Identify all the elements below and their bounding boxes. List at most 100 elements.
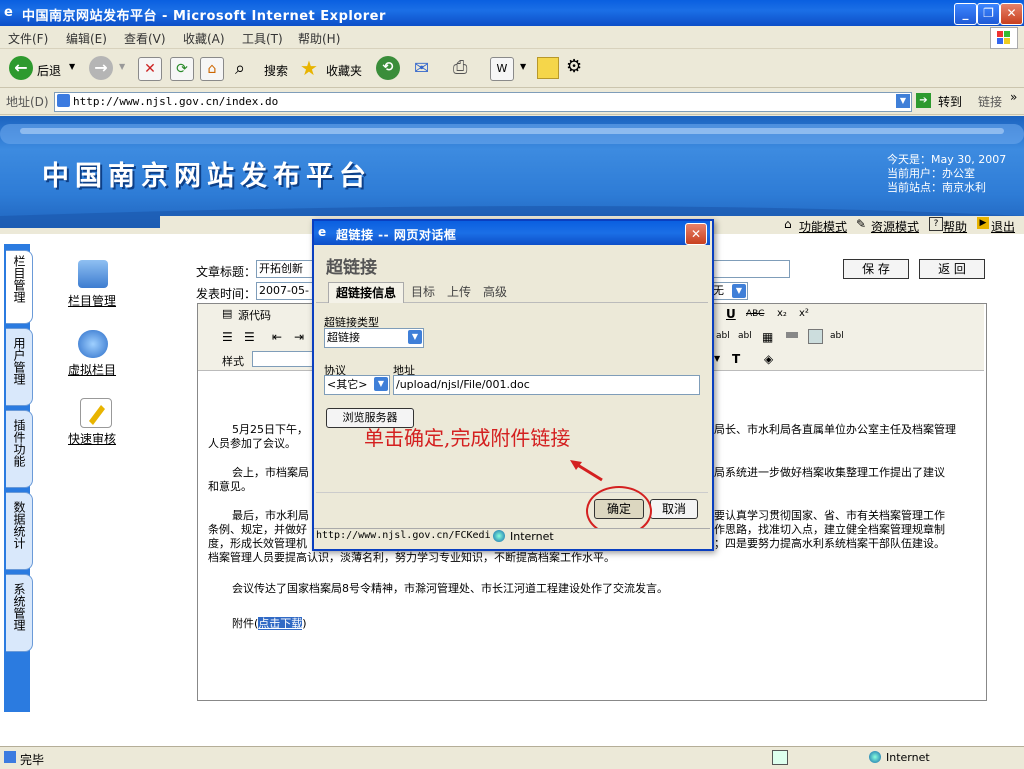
protocol-dropdown-icon[interactable]: ▼ — [374, 377, 388, 391]
paragraph-2-start: 会上，市档案局 — [232, 466, 309, 479]
go-arrow-icon[interactable]: ➔ — [916, 93, 931, 108]
category-dropdown-icon[interactable]: ▼ — [732, 284, 746, 298]
link-type-dropdown-icon[interactable]: ▼ — [408, 330, 422, 344]
paragraph-1-end: 局长、市水利局各直属单位办公室主任及档案管理 — [714, 423, 956, 436]
strikethrough-icon[interactable]: ABC — [746, 309, 764, 319]
back-button[interactable]: 后退 — [37, 62, 61, 79]
save-button[interactable]: 保 存 — [843, 259, 909, 279]
outdent-icon[interactable]: ⇤ — [272, 330, 282, 344]
paragraph-3-line4: 档案管理人员要提高认识，淡薄名利，努力学习专业知识，不断提高档案工作水平。 — [208, 551, 615, 564]
status-security-icon — [772, 750, 788, 765]
maximize-button[interactable]: ❐ — [977, 3, 1000, 25]
textfield-icon[interactable]: abl — [716, 331, 730, 341]
forward-dropdown-icon[interactable]: ▼ — [119, 62, 125, 71]
tab-user-manage[interactable]: 用户管理 — [6, 328, 33, 406]
underline-icon[interactable]: U — [726, 307, 736, 321]
source-code-icon[interactable]: ▤ — [222, 307, 232, 320]
history-icon[interactable]: ⟲ — [376, 56, 400, 80]
favorites-star-icon[interactable]: ★ — [300, 56, 318, 80]
virtual-column-link[interactable]: 虚拟栏目 — [68, 361, 116, 378]
tab-statistics[interactable]: 数据统计 — [6, 492, 33, 570]
back-dropdown-icon[interactable]: ▼ — [69, 62, 75, 71]
source-code-button[interactable]: 源代码 — [238, 307, 271, 323]
tab-link-info[interactable]: 超链接信息 — [328, 282, 404, 303]
tab-plugins[interactable]: 插件功能 — [6, 410, 33, 488]
back-arrow-icon[interactable]: ← — [9, 56, 33, 80]
dialog-title: 超链接 -- 网页对话框 — [336, 228, 457, 242]
select-icon[interactable]: ▦ — [762, 330, 773, 344]
menu-help[interactable]: 帮助(H) — [298, 30, 340, 47]
bg-color-icon[interactable]: ◈ — [764, 352, 773, 366]
virtual-column-icon[interactable] — [78, 330, 108, 358]
resource-mode-link[interactable]: 资源模式 — [871, 218, 919, 235]
subscript-icon[interactable]: x₂ — [777, 308, 787, 319]
tab-advanced[interactable]: 高级 — [478, 282, 512, 302]
tab-column-manage[interactable]: 栏目管理 — [6, 250, 33, 324]
menu-file[interactable]: 文件(F) — [8, 30, 48, 47]
menu-tools[interactable]: 工具(T) — [242, 30, 283, 47]
favorites-button[interactable]: 收藏夹 — [326, 62, 362, 79]
indent-icon[interactable]: ⇥ — [294, 330, 304, 344]
close-button[interactable]: ✕ — [1000, 3, 1023, 25]
links-chevron-icon[interactable]: » — [1010, 90, 1017, 104]
refresh-icon[interactable]: ⟳ — [170, 57, 194, 81]
cancel-button[interactable]: 取消 — [650, 499, 698, 519]
address-dropdown-icon[interactable]: ▼ — [896, 94, 910, 108]
home-icon[interactable]: ⌂ — [200, 57, 224, 81]
hidden-field-icon[interactable]: abl — [830, 331, 844, 341]
tab-system[interactable]: 系统管理 — [6, 574, 33, 652]
forward-arrow-icon[interactable]: → — [89, 56, 113, 80]
superscript-icon[interactable]: x² — [799, 308, 809, 319]
window-titlebar: e 中国南京网站发布平台 - Microsoft Internet Explor… — [0, 0, 1024, 26]
column-manage-link[interactable]: 栏目管理 — [68, 292, 116, 309]
go-button[interactable]: 转到 — [938, 93, 962, 110]
resource-mode-icon: ✎ — [856, 217, 867, 231]
menu-edit[interactable]: 编辑(E) — [66, 30, 107, 47]
back-button-form[interactable]: 返 回 — [919, 259, 985, 279]
mail-icon[interactable]: ✉ — [414, 58, 429, 79]
function-mode-link[interactable]: 功能模式 — [799, 218, 847, 235]
discuss-icon[interactable] — [537, 57, 559, 79]
status-page-icon — [4, 751, 16, 763]
links-label[interactable]: 链接 — [978, 93, 1002, 110]
address-input[interactable]: http://www.njsl.gov.cn/index.do ▼ — [54, 92, 912, 112]
image-button-icon[interactable] — [808, 329, 823, 344]
tab-user-manage-label: 用户管理 — [12, 337, 26, 385]
link-type-select[interactable]: 超链接 ▼ — [324, 328, 424, 348]
style-select[interactable] — [252, 351, 314, 367]
logout-link[interactable]: 退出 — [991, 218, 1015, 235]
dialog-close-button[interactable]: ✕ — [685, 223, 707, 245]
edit-dropdown-icon[interactable]: ▼ — [520, 62, 526, 71]
button-icon[interactable] — [786, 332, 798, 338]
stop-icon[interactable]: ✕ — [138, 57, 162, 81]
tab-target[interactable]: 目标 — [406, 282, 440, 302]
word-edit-icon[interactable]: W — [490, 57, 514, 81]
menu-view[interactable]: 查看(V) — [124, 30, 166, 47]
quick-review-icon[interactable] — [80, 398, 112, 428]
tab-system-label: 系统管理 — [12, 583, 26, 631]
search-button[interactable]: 搜索 — [264, 62, 288, 79]
unordered-list-icon[interactable]: ☰ — [244, 330, 255, 344]
minimize-button[interactable]: _ — [954, 3, 977, 25]
tab-statistics-label: 数据统计 — [12, 501, 26, 549]
category-select[interactable]: 无 ▼ — [710, 282, 748, 300]
url-input[interactable]: /upload/njsl/File/001.doc — [393, 375, 700, 395]
protocol-select[interactable]: <其它> ▼ — [324, 375, 390, 395]
help-link[interactable]: 帮助 — [943, 218, 967, 235]
dialog-titlebar: e 超链接 -- 网页对话框 — [314, 221, 710, 245]
attachment-download-link[interactable]: 点击下载 — [258, 617, 303, 630]
column-manage-icon[interactable] — [78, 260, 108, 288]
dialog-heading: 超链接 — [326, 258, 377, 278]
paragraph-3-start: 最后，市水利局 — [232, 509, 309, 522]
ordered-list-icon[interactable]: ☰ — [222, 330, 233, 344]
search-icon[interactable]: ⌕ — [235, 58, 245, 79]
menu-favorites[interactable]: 收藏(A) — [183, 30, 225, 47]
print-icon[interactable]: ⎙ — [453, 57, 467, 78]
text-color-icon[interactable]: T — [732, 352, 740, 366]
paragraph-3-line3: 度，形成长效管理机 — [208, 537, 307, 550]
quick-review-link[interactable]: 快速审核 — [68, 430, 116, 447]
textarea-icon[interactable]: abl — [738, 331, 752, 341]
fontsize-dropdown-icon[interactable]: ▼ — [714, 354, 720, 363]
tab-upload[interactable]: 上传 — [442, 282, 476, 302]
research-icon[interactable]: ⚙ — [566, 56, 582, 77]
